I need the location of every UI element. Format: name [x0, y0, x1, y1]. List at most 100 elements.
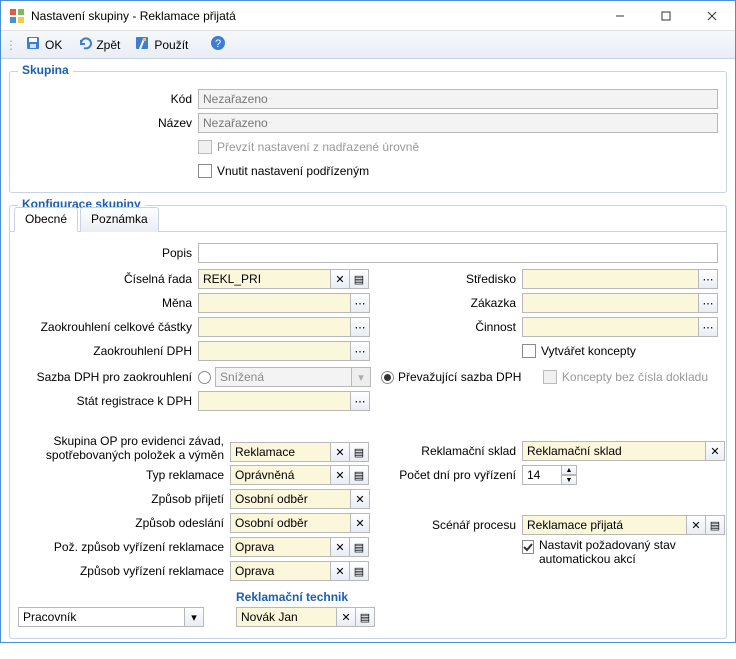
mena-lookup-button[interactable]: ⋯ [350, 293, 370, 313]
typrekl-lookup-button[interactable]: ▤ [349, 465, 369, 485]
pozvyr-clear-button[interactable]: ✕ [330, 537, 350, 557]
tab-poznamka[interactable]: Poznámka [80, 207, 159, 232]
x-icon: ✕ [355, 493, 364, 506]
zakazka-label: Zákazka [382, 296, 522, 310]
pocetdni-input[interactable] [522, 465, 562, 485]
pocetdni-up-button[interactable]: ▲ [561, 465, 577, 475]
maximize-button[interactable] [643, 1, 689, 31]
cinnost-label: Činnost [382, 320, 522, 334]
zakazka-lookup-button[interactable]: ⋯ [698, 293, 718, 313]
group-konfigurace: Konfigurace skupiny Obecné Poznámka Popi… [9, 205, 727, 639]
zpprijeti-clear-button[interactable]: ✕ [350, 489, 370, 509]
reklsklad-input[interactable] [522, 441, 706, 461]
ok-button[interactable]: OK [19, 33, 68, 56]
back-label: Zpět [96, 38, 120, 52]
nazev-input[interactable] [198, 113, 718, 133]
apply-button[interactable]: Použít [128, 33, 194, 56]
mena-input[interactable] [198, 293, 351, 313]
kod-input[interactable] [198, 89, 718, 109]
zaokcelk-lookup-button[interactable]: ⋯ [350, 317, 370, 337]
ellipsis-icon: ⋯ [703, 297, 714, 310]
list-icon: ▤ [354, 469, 364, 482]
close-button[interactable] [689, 1, 735, 31]
stat-input[interactable] [198, 391, 351, 411]
ellipsis-icon: ⋯ [355, 321, 366, 334]
back-button[interactable]: Zpět [70, 33, 126, 56]
zaokdph-input[interactable] [198, 341, 351, 361]
skupop-input[interactable] [230, 442, 331, 462]
technik-input[interactable] [236, 607, 337, 627]
scenar-label: Scénář procesu [382, 518, 522, 532]
tab-obecne[interactable]: Obecné [14, 207, 78, 232]
list-icon: ▤ [354, 273, 364, 286]
sazba-select[interactable] [215, 367, 352, 387]
scenar-clear-button[interactable]: ✕ [686, 515, 706, 535]
x-icon: ✕ [691, 519, 700, 532]
zaokcelk-label: Zaokrouhlení celkové částky [18, 320, 198, 334]
window-title: Nastavení skupiny - Reklamace přijatá [31, 9, 597, 23]
stat-lookup-button[interactable]: ⋯ [350, 391, 370, 411]
pracovnik-dropdown-button[interactable]: ▾ [184, 607, 204, 627]
zpodeslani-label: Způsob odeslání [18, 516, 230, 530]
help-button[interactable]: ? [204, 33, 232, 56]
zakazka-input[interactable] [522, 293, 699, 313]
technik-lookup-button[interactable]: ▤ [355, 607, 375, 627]
titlebar: Nastavení skupiny - Reklamace přijatá [1, 1, 735, 31]
vytkoncept-checkbox[interactable] [522, 344, 536, 358]
nastavit-checkbox[interactable] [522, 540, 534, 554]
apply-label: Použít [154, 38, 188, 52]
technik-heading: Reklamační technik [236, 590, 718, 604]
zaokdph-lookup-button[interactable]: ⋯ [350, 341, 370, 361]
zpprijeti-input[interactable] [230, 489, 351, 509]
skupop-clear-button[interactable]: ✕ [330, 442, 350, 462]
zpvyr-input[interactable] [230, 561, 331, 581]
zpodeslani-clear-button[interactable]: ✕ [350, 513, 370, 533]
typrekl-input[interactable] [230, 465, 331, 485]
nazev-label: Název [18, 116, 198, 130]
scenar-input[interactable] [522, 515, 687, 535]
sazba-dropdown-button[interactable]: ▾ [351, 367, 371, 387]
pozvyr-lookup-button[interactable]: ▤ [349, 537, 369, 557]
popis-input[interactable] [198, 243, 718, 263]
list-icon: ▤ [710, 519, 720, 532]
tabstrip: Obecné Poznámka [10, 206, 726, 232]
zaokcelk-input[interactable] [198, 317, 351, 337]
reklsklad-clear-button[interactable]: ✕ [705, 441, 725, 461]
pocetdni-spinner[interactable]: ▲ ▼ [522, 465, 577, 485]
x-icon: ✕ [335, 565, 344, 578]
zpvyr-lookup-button[interactable]: ▤ [349, 561, 369, 581]
stredisko-label: Středisko [382, 272, 522, 286]
nastavit-label: Nastavit požadovaný stav automatickou ak… [539, 538, 725, 566]
skupop-lookup-button[interactable]: ▤ [349, 442, 369, 462]
stredisko-input[interactable] [522, 269, 699, 289]
x-icon: ✕ [335, 446, 344, 459]
crada-label: Číselná řada [18, 272, 198, 286]
typrekl-clear-button[interactable]: ✕ [330, 465, 350, 485]
pozvyr-input[interactable] [230, 537, 331, 557]
prevzit-label: Převzít nastavení z nadřazené úrovně [217, 140, 419, 154]
technik-clear-button[interactable]: ✕ [336, 607, 356, 627]
zpprijeti-label: Způsob přijetí [18, 492, 230, 506]
crada-clear-button[interactable]: ✕ [330, 269, 350, 289]
chevron-up-icon: ▲ [566, 467, 573, 474]
chevron-down-icon: ▾ [358, 371, 364, 384]
pracovnik-select[interactable] [18, 607, 185, 627]
group-skupina: Skupina Kód Název Převzít nastavení z na… [9, 71, 727, 193]
prevaz-radio[interactable] [381, 371, 394, 384]
minimize-button[interactable] [597, 1, 643, 31]
zpvyr-clear-button[interactable]: ✕ [330, 561, 350, 581]
vnutit-checkbox[interactable] [198, 164, 212, 178]
cinnost-lookup-button[interactable]: ⋯ [698, 317, 718, 337]
sazba-radio[interactable] [198, 371, 211, 384]
zpodeslani-input[interactable] [230, 513, 351, 533]
sazba-label: Sazba DPH pro zaokrouhlení [18, 370, 198, 384]
scenar-lookup-button[interactable]: ▤ [705, 515, 725, 535]
pocetdni-down-button[interactable]: ▼ [561, 475, 577, 485]
crada-input[interactable] [198, 269, 331, 289]
zaokdph-label: Zaokrouhlení DPH [18, 344, 198, 358]
crada-lookup-button[interactable]: ▤ [349, 269, 369, 289]
zpvyr-label: Způsob vyřízení reklamace [18, 564, 230, 578]
cinnost-input[interactable] [522, 317, 699, 337]
stredisko-lookup-button[interactable]: ⋯ [698, 269, 718, 289]
list-icon: ▤ [354, 565, 364, 578]
